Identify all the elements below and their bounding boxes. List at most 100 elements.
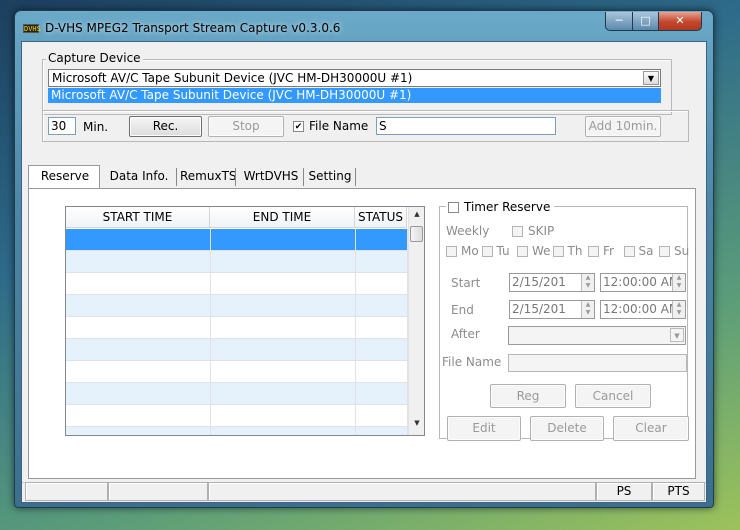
end-time-value: 12:00:00 AM <box>603 302 680 316</box>
table-cell <box>355 405 408 427</box>
timer-filename-input[interactable] <box>508 354 687 372</box>
application-window: DVHS D-VHS MPEG2 Transport Stream Captur… <box>14 10 714 508</box>
table-cell <box>66 295 211 317</box>
end-date-value: 2/15/201 <box>512 302 566 316</box>
stop-button[interactable]: Stop <box>208 116 284 137</box>
add-10min-button[interactable]: Add 10min. <box>585 116 661 137</box>
cancel-button[interactable]: Cancel <box>575 384 651 408</box>
table-cell <box>355 295 408 317</box>
day-label-mo: Mo <box>461 244 479 258</box>
table-cell <box>66 229 211 251</box>
filename-label: File Name <box>309 119 369 133</box>
table-cell <box>210 427 356 435</box>
day-checkbox-sa[interactable] <box>623 246 635 257</box>
column-header-end-time[interactable]: END TIME <box>210 207 355 228</box>
status-cell-1 <box>25 482 108 501</box>
table-row[interactable] <box>66 427 408 435</box>
reg-button[interactable]: Reg <box>490 384 566 408</box>
filename-input[interactable]: S <box>376 117 556 135</box>
day-label-sa: Sa <box>638 244 654 258</box>
table-row[interactable] <box>66 273 408 295</box>
tab-remuxts[interactable]: RemuxTS <box>180 166 237 188</box>
day-checkbox-tu[interactable] <box>481 246 493 257</box>
tab-separator <box>303 168 304 186</box>
reserve-table[interactable]: START TIME END TIME STATUS ▲ ▼ <box>65 206 425 436</box>
tab-wrtdvhs[interactable]: WrtDVHS <box>241 166 301 188</box>
skip-label: SKIP <box>528 224 555 238</box>
capture-device-group <box>42 59 672 115</box>
tab-setting[interactable]: Setting <box>306 166 354 188</box>
chevron-down-icon[interactable]: ▼ <box>643 71 659 85</box>
rec-button[interactable]: Rec. <box>129 116 202 137</box>
delete-button[interactable]: Delete <box>530 416 604 441</box>
vertical-scrollbar[interactable]: ▲ ▼ <box>408 207 424 435</box>
table-cell <box>66 383 211 405</box>
end-time-picker[interactable]: 12:00:00 AM ▲ ▼ <box>600 300 686 319</box>
day-checkbox-we[interactable] <box>517 246 528 257</box>
start-date-picker[interactable]: 2/15/201 ▲ ▼ <box>509 273 595 292</box>
table-cell <box>210 295 356 317</box>
status-cell-ps: PS <box>596 482 652 501</box>
start-date-spin-icon[interactable]: ▲ ▼ <box>581 274 594 291</box>
table-cell <box>355 361 408 383</box>
day-label-fr: Fr <box>603 244 614 258</box>
capture-device-select[interactable]: Microsoft AV/C Tape Subunit Device (JVC … <box>48 69 661 87</box>
client-area: Capture Device Microsoft AV/C Tape Subun… <box>21 41 707 503</box>
weekday-row: Mo Tu We Th Fr Sa Su <box>446 244 694 260</box>
column-header-status[interactable]: STATUS <box>355 207 407 228</box>
skip-checkbox[interactable] <box>512 226 523 237</box>
end-time-spin-icon[interactable]: ▲ ▼ <box>672 301 685 318</box>
tab-separator <box>176 168 177 186</box>
window-title: D-VHS MPEG2 Transport Stream Capture v0.… <box>45 21 341 35</box>
minimize-button[interactable]: ─ <box>605 12 633 31</box>
tab-reserve[interactable]: Reserve <box>32 166 98 188</box>
table-cell <box>210 405 356 427</box>
close-button[interactable]: ✕ <box>658 12 702 31</box>
scroll-thumb[interactable] <box>410 226 423 242</box>
filename-checkbox[interactable]: ✔ <box>293 121 304 132</box>
table-row[interactable] <box>66 361 408 383</box>
maximize-button[interactable]: □ <box>632 12 659 31</box>
start-time-spin-icon[interactable]: ▲ ▼ <box>672 274 685 291</box>
table-row[interactable] <box>66 295 408 317</box>
table-row[interactable] <box>66 339 408 361</box>
table-cell <box>355 251 408 273</box>
scroll-up-icon[interactable]: ▲ <box>409 210 424 222</box>
timer-reserve-header: Timer Reserve <box>446 199 554 215</box>
end-date-picker[interactable]: 2/15/201 ▲ ▼ <box>509 300 595 319</box>
tab-data-info[interactable]: Data Info. <box>102 166 176 188</box>
table-row[interactable] <box>66 229 408 251</box>
table-cell <box>355 317 408 339</box>
table-cell <box>66 405 211 427</box>
status-cell-2 <box>108 482 208 501</box>
day-checkbox-mo[interactable] <box>446 246 457 257</box>
app-icon: DVHS <box>23 24 41 33</box>
start-time-picker[interactable]: 12:00:00 AM ▲ ▼ <box>600 273 686 292</box>
table-cell <box>66 427 211 435</box>
minutes-input[interactable]: 30 <box>48 117 76 135</box>
day-checkbox-su[interactable] <box>659 246 670 257</box>
chevron-down-icon[interactable]: ▼ <box>670 328 684 342</box>
clear-button[interactable]: Clear <box>613 416 689 441</box>
table-cell <box>210 339 356 361</box>
table-row[interactable] <box>66 317 408 339</box>
table-row[interactable] <box>66 405 408 427</box>
table-cell <box>355 229 408 251</box>
table-row[interactable] <box>66 383 408 405</box>
end-date-spin-icon[interactable]: ▲ ▼ <box>581 301 594 318</box>
scroll-down-icon[interactable]: ▼ <box>409 419 424 431</box>
table-cell <box>210 317 356 339</box>
status-cell-3 <box>208 482 596 501</box>
status-cell-pts: PTS <box>652 482 705 501</box>
timer-reserve-checkbox[interactable] <box>448 202 459 213</box>
table-cell <box>210 383 356 405</box>
capture-device-option[interactable]: Microsoft AV/C Tape Subunit Device (JVC … <box>48 88 661 103</box>
table-cell <box>355 273 408 295</box>
column-header-start-time[interactable]: START TIME <box>66 207 210 228</box>
day-checkbox-fr[interactable] <box>588 246 599 257</box>
table-cell <box>210 229 356 251</box>
day-checkbox-th[interactable] <box>552 246 564 257</box>
after-select[interactable]: ▼ <box>508 326 686 345</box>
table-row[interactable] <box>66 251 408 273</box>
edit-button[interactable]: Edit <box>447 416 521 441</box>
